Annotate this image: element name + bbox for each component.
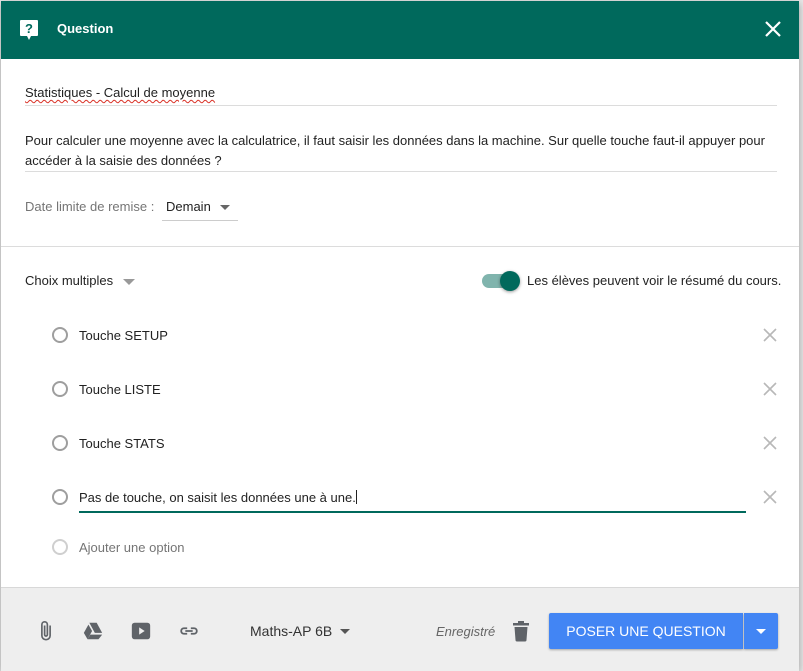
- answer-option-text: Pas de touche, on saisit les données une…: [79, 490, 356, 505]
- dialog-footer: Maths-AP 6B Enregistré POSER UNE QUESTIO…: [1, 587, 799, 671]
- question-type-select[interactable]: Choix multiples: [25, 273, 113, 288]
- close-icon[interactable]: [761, 17, 785, 41]
- due-date-value: Demain: [166, 199, 211, 214]
- answer-option-input[interactable]: Pas de touche, on saisit les données une…: [79, 490, 357, 505]
- question-dialog: ? Question Statistiques - Calcul de moye…: [1, 1, 799, 671]
- svg-text:?: ?: [25, 21, 33, 36]
- remove-option-icon[interactable]: [762, 489, 778, 505]
- radio-icon[interactable]: [52, 435, 68, 451]
- question-description-text: Pour calculer une moyenne avec la calcul…: [25, 133, 765, 168]
- radio-icon[interactable]: [52, 381, 68, 397]
- answer-option-text[interactable]: Touche LISTE: [79, 382, 161, 397]
- answer-option: Touche SETUP: [1, 327, 799, 367]
- saved-status: Enregistré: [436, 624, 496, 639]
- chevron-down-icon[interactable]: [123, 279, 135, 285]
- text-cursor: [355, 490, 357, 504]
- add-option-row[interactable]: Ajouter une option: [1, 539, 799, 579]
- radio-icon: [52, 539, 68, 555]
- due-date-label: Date limite de remise :: [25, 199, 155, 214]
- remove-option-icon[interactable]: [762, 381, 778, 397]
- question-title-text: Statistiques - Calcul de moyenne: [25, 85, 216, 100]
- remove-option-icon[interactable]: [762, 435, 778, 451]
- paperclip-icon[interactable]: [35, 620, 57, 642]
- section-divider: [1, 246, 799, 247]
- due-date-select[interactable]: Demain: [162, 192, 238, 221]
- answer-option: Touche LISTE: [1, 381, 799, 421]
- chevron-down-icon[interactable]: [340, 629, 350, 634]
- chevron-down-icon: [220, 205, 230, 210]
- chevron-down-icon: [756, 629, 766, 634]
- youtube-icon[interactable]: [130, 620, 152, 642]
- answer-option: Touche STATS: [1, 435, 799, 475]
- summary-visibility-label: Les élèves peuvent voir le résumé du cou…: [527, 273, 782, 288]
- question-icon: ?: [20, 20, 38, 40]
- question-description-field[interactable]: Pour calculer une moyenne avec la calcul…: [25, 131, 777, 172]
- radio-icon[interactable]: [52, 327, 68, 343]
- trash-icon[interactable]: [511, 620, 531, 642]
- dialog-header: ? Question: [1, 1, 799, 59]
- answer-option-text[interactable]: Touche SETUP: [79, 328, 168, 343]
- ask-question-button[interactable]: POSER UNE QUESTION: [549, 613, 743, 649]
- summary-visibility-toggle[interactable]: [482, 271, 520, 291]
- radio-icon[interactable]: [52, 489, 68, 505]
- answer-option-text[interactable]: Touche STATS: [79, 436, 165, 451]
- remove-option-icon[interactable]: [762, 327, 778, 343]
- answer-option: Pas de touche, on saisit les données une…: [1, 489, 799, 529]
- toggle-knob: [500, 271, 520, 291]
- active-input-underline: [79, 511, 746, 513]
- link-icon[interactable]: [178, 620, 200, 642]
- drive-icon[interactable]: [82, 620, 104, 642]
- class-select[interactable]: Maths-AP 6B: [250, 623, 332, 639]
- question-title-field[interactable]: Statistiques - Calcul de moyenne: [25, 85, 777, 106]
- dialog-title: Question: [57, 21, 114, 36]
- add-option-label[interactable]: Ajouter une option: [79, 540, 185, 555]
- submit-options-button[interactable]: [744, 613, 778, 649]
